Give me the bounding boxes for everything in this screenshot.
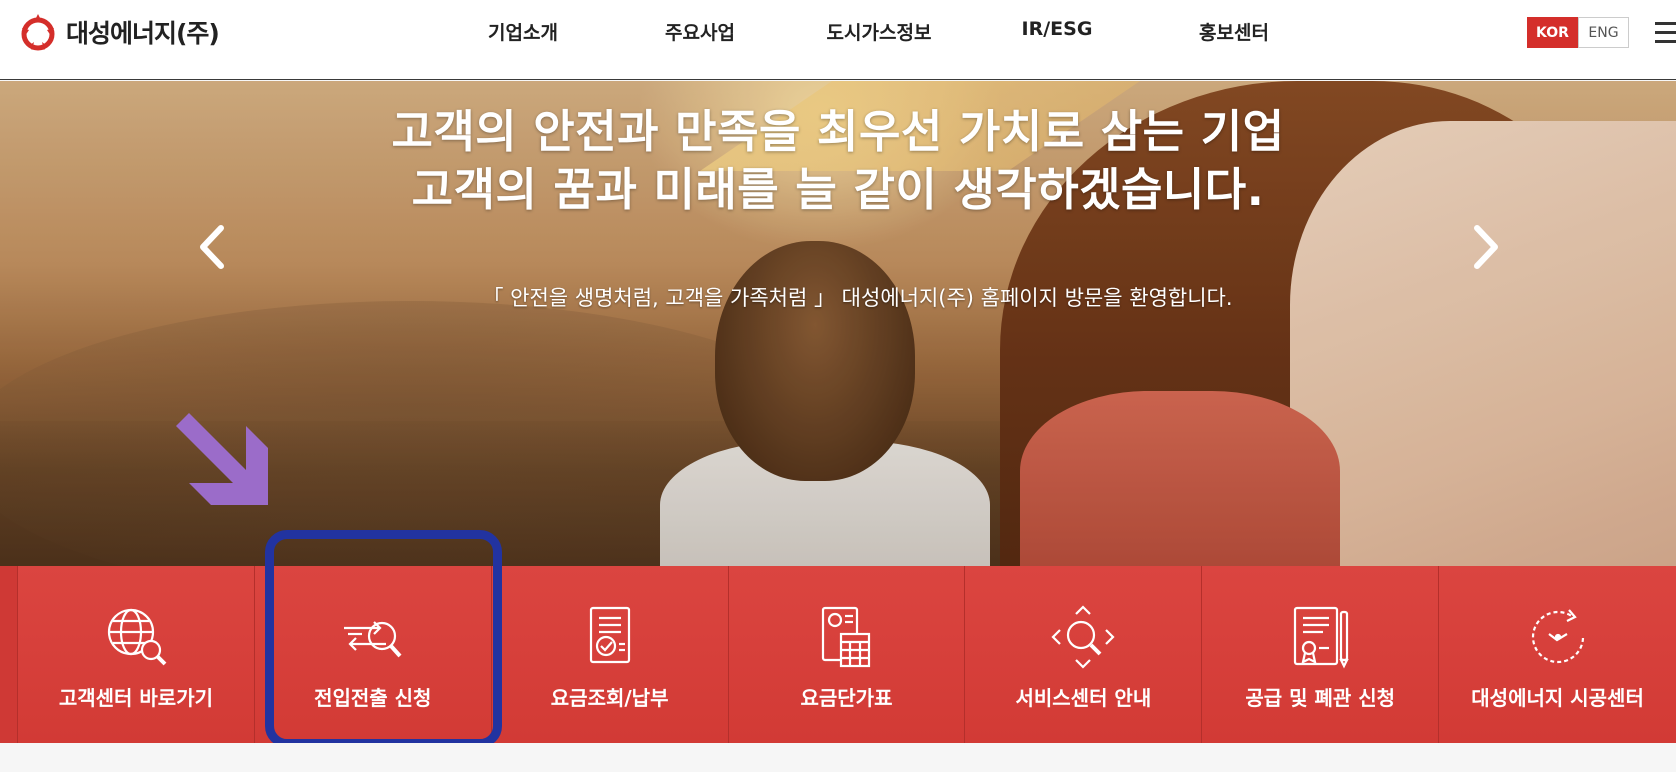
quick-item-move-in-out[interactable]: 전입전출 신청 bbox=[254, 566, 492, 743]
hero-title-line-1: 고객의 안전과 만족을 최우선 가치로 삼는 기업 bbox=[391, 105, 1285, 158]
quick-item-label: 공급 및 폐관 신청 bbox=[1245, 686, 1396, 710]
quick-item-service-center[interactable]: 서비스센터 안내 bbox=[965, 566, 1203, 743]
nav-item-pr-center[interactable]: 홍보센터 bbox=[1199, 18, 1269, 45]
quick-item-supply-closure[interactable]: 공급 및 폐관 신청 bbox=[1202, 566, 1440, 743]
quick-menu-edge bbox=[0, 566, 18, 743]
calculator-document-icon bbox=[822, 606, 871, 668]
site-header: 대성에너지(주) 기업소개 주요사업 도시가스정보 IR/ESG 홍보센터 KO… bbox=[0, 0, 1676, 80]
language-switcher: KOR ENG bbox=[1527, 17, 1629, 48]
quick-item-construction-center[interactable]: 대성에너지 시공센터 bbox=[1439, 566, 1676, 743]
page-bottom-strip bbox=[0, 743, 1676, 772]
hero-title: 고객의 안전과 만족을 최우선 가치로 삼는 기업 고객의 꿈과 미래를 늘 같… bbox=[0, 103, 1676, 219]
quick-item-label: 요금단가표 bbox=[800, 686, 893, 710]
quick-item-label: 서비스센터 안내 bbox=[1015, 686, 1152, 710]
certificate-icon bbox=[1294, 606, 1349, 669]
quick-item-label: 전입전출 신청 bbox=[314, 686, 432, 710]
main-nav: 기업소개 주요사업 도시가스정보 IR/ESG 홍보센터 bbox=[0, 18, 1676, 48]
slider-prev-icon[interactable] bbox=[193, 222, 233, 272]
quick-item-label: 대성에너지 시공센터 bbox=[1471, 686, 1644, 710]
quick-item-label: 고객센터 바로가기 bbox=[58, 686, 213, 710]
quick-item-bill-payment[interactable]: 요금조회/납부 bbox=[491, 566, 729, 743]
hero-title-line-2: 고객의 꿈과 미래를 늘 같이 생각하겠습니다. bbox=[411, 163, 1265, 216]
quick-item-customer-center[interactable]: 고객센터 바로가기 bbox=[17, 566, 255, 743]
lang-eng-button[interactable]: ENG bbox=[1578, 17, 1629, 48]
pointer-arrow-icon bbox=[176, 413, 268, 505]
hero-subtitle: 「 안전을 생명처럼, 고객을 가족처럼 」 대성에너지(주) 홈페이지 방문을… bbox=[482, 286, 1233, 310]
transfer-search-icon bbox=[343, 621, 402, 658]
nav-item-business[interactable]: 주요사업 bbox=[665, 18, 735, 45]
nav-item-company[interactable]: 기업소개 bbox=[488, 18, 558, 45]
slider-next-icon[interactable] bbox=[1465, 222, 1505, 272]
quick-item-rate-table[interactable]: 요금단가표 bbox=[728, 566, 966, 743]
clock-icon bbox=[1531, 609, 1584, 664]
location-search-icon bbox=[1051, 605, 1115, 669]
nav-item-ir-esg[interactable]: IR/ESG bbox=[1022, 18, 1093, 40]
document-check-icon bbox=[589, 606, 630, 664]
globe-search-icon bbox=[107, 608, 167, 666]
hamburger-menu-icon[interactable] bbox=[1655, 22, 1676, 44]
nav-item-city-gas[interactable]: 도시가스정보 bbox=[827, 18, 932, 45]
quick-item-label: 요금조회/납부 bbox=[550, 686, 669, 710]
quick-menu-bar: 고객센터 바로가기 전입전출 신청 요금조회/납부 요금단가표 서비스센터 안내… bbox=[0, 566, 1676, 743]
lang-kor-button[interactable]: KOR bbox=[1527, 17, 1578, 48]
